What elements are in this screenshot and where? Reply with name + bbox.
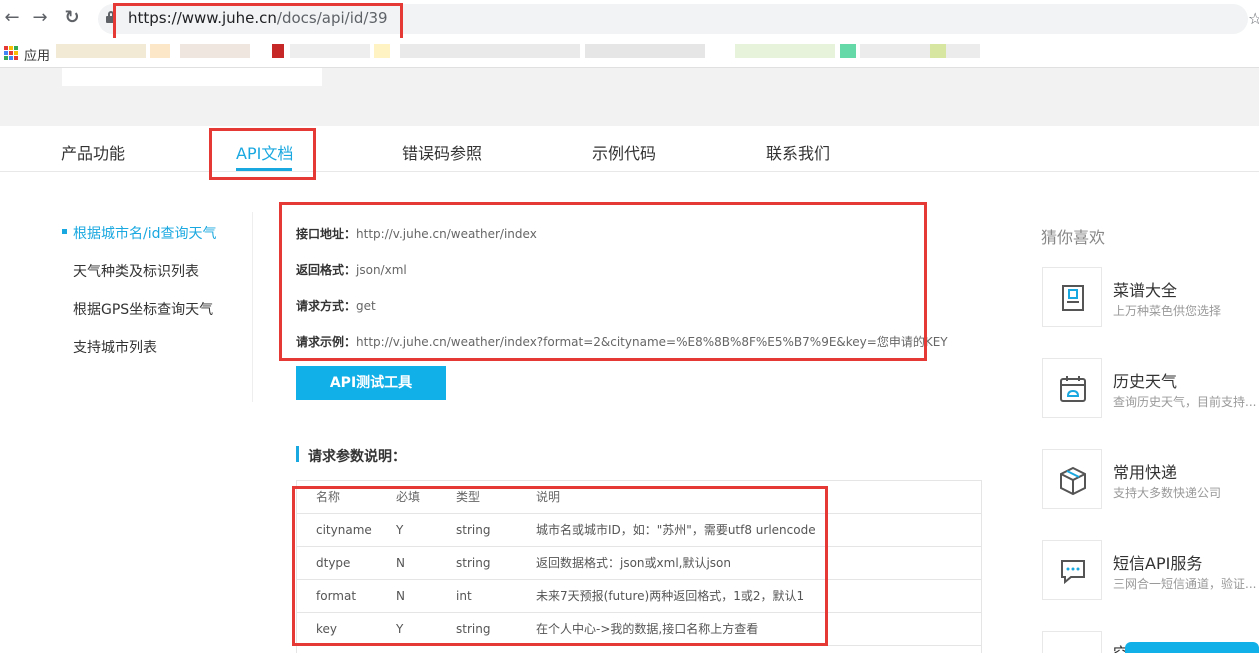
blurred-bookmark[interactable]: [180, 44, 250, 58]
blurred-bookmark[interactable]: [290, 44, 370, 58]
site-header: [0, 68, 1259, 126]
active-bullet: [62, 229, 67, 234]
bookmark-star-icon[interactable]: ☆: [1248, 9, 1259, 28]
recommend-item-desc: 查询历史天气，目前支持...: [1113, 395, 1257, 409]
blurred-bookmark[interactable]: [930, 44, 946, 58]
blurred-bookmark[interactable]: [150, 44, 170, 58]
api-test-tool-button[interactable]: API测试工具: [296, 366, 446, 400]
left-nav-item-city-list[interactable]: 支持城市列表: [73, 337, 157, 357]
recommend-title: 猜你喜欢: [1041, 228, 1106, 247]
recommend-item-desc: 支持大多数快递公司: [1113, 486, 1222, 500]
blurred-bookmark[interactable]: [272, 44, 284, 58]
apps-label[interactable]: 应用: [24, 45, 50, 64]
blurred-bookmark[interactable]: [860, 44, 980, 58]
recommend-item-name[interactable]: 历史天气: [1113, 368, 1177, 392]
left-nav-item-gps-query[interactable]: 根据GPS坐标查询天气: [73, 299, 213, 319]
recommend-item-desc: 上万种菜色供您选择: [1113, 304, 1222, 318]
blurred-bookmark[interactable]: [840, 44, 856, 58]
blurred-bookmark[interactable]: [56, 44, 146, 58]
recommend-item-name[interactable]: 菜谱大全: [1113, 277, 1177, 301]
reload-icon[interactable]: ↻: [62, 8, 82, 28]
blurred-bookmark[interactable]: [585, 44, 705, 58]
blurred-bookmark[interactable]: [374, 44, 390, 58]
blurred-bookmark[interactable]: [735, 44, 835, 58]
recommend-item-name[interactable]: 短信API服务: [1113, 550, 1202, 574]
url-highlight-box: [113, 3, 403, 41]
left-nav-divider: [252, 212, 253, 402]
bookmarks-bar: 应用: [0, 38, 1259, 68]
params-highlight-box: [292, 486, 828, 646]
recommend-item-name[interactable]: 常用快递: [1113, 459, 1177, 483]
doc-tabs: 产品功能 API文档 错误码参照 示例代码 联系我们: [0, 126, 1259, 172]
blurred-bookmark[interactable]: [400, 44, 580, 58]
tab-sample-code[interactable]: 示例代码: [592, 140, 656, 164]
back-arrow-icon[interactable]: ←: [2, 8, 22, 28]
generic-icon[interactable]: [1042, 631, 1102, 653]
tab-highlight-box: [209, 128, 316, 180]
left-nav-item-weather-types[interactable]: 天气种类及标识列表: [73, 261, 199, 281]
params-section-title: 请求参数说明：: [296, 446, 406, 466]
chat-icon[interactable]: [1042, 540, 1102, 600]
package-icon[interactable]: [1042, 449, 1102, 509]
tab-product-features[interactable]: 产品功能: [61, 140, 125, 164]
forward-arrow-icon[interactable]: →: [30, 8, 50, 28]
left-nav-item-query-by-city[interactable]: 根据城市名/id查询天气: [73, 223, 217, 243]
header-card: [62, 68, 322, 86]
tab-error-codes[interactable]: 错误码参照: [402, 140, 482, 164]
apps-grid-icon[interactable]: [4, 46, 18, 60]
recipe-icon[interactable]: [1042, 267, 1102, 327]
floating-service-bar[interactable]: [1125, 642, 1259, 653]
tab-contact-us[interactable]: 联系我们: [766, 140, 830, 164]
interface-highlight-box: [279, 202, 927, 361]
calendar-cloud-icon[interactable]: [1042, 358, 1102, 418]
recommend-item-desc: 三网合一短信通道，验证...: [1113, 577, 1257, 591]
